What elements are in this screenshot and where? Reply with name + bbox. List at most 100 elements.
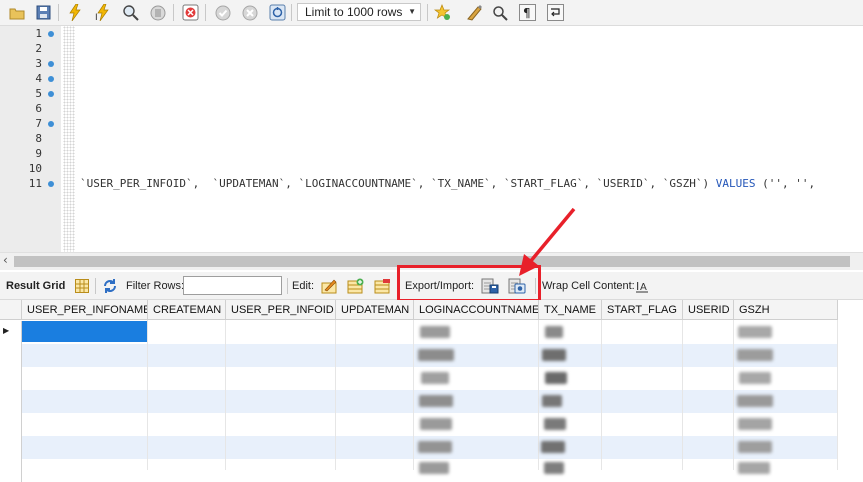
refresh-icon[interactable] <box>101 277 119 294</box>
redacted-cell <box>421 372 449 384</box>
column-header[interactable]: USERID <box>683 300 734 320</box>
column-header[interactable]: USER_PER_INFONAME <box>22 300 148 320</box>
invisible-chars-icon[interactable]: ¶ <box>517 3 537 22</box>
result-grid-icon[interactable] <box>73 277 91 294</box>
code-line-11: `USER_PER_INFOID`, `UPDATEMAN`, `LOGINAC… <box>80 177 815 190</box>
row-header[interactable] <box>0 390 22 413</box>
row-header[interactable] <box>0 344 22 367</box>
selected-cell[interactable] <box>22 321 147 342</box>
svg-text:¶: ¶ <box>523 6 531 20</box>
line-number: 7 <box>35 117 42 130</box>
line-number: 8 <box>35 132 42 145</box>
statement-marker-icon <box>48 61 54 67</box>
wrap-cell-icon[interactable]: IA <box>633 277 651 294</box>
statement-marker-icon <box>48 76 54 82</box>
redacted-cell <box>544 462 564 474</box>
svg-text:I: I <box>95 13 98 21</box>
column-header[interactable]: UPDATEMAN <box>336 300 414 320</box>
redacted-cell <box>738 441 772 453</box>
redacted-cell <box>544 418 566 430</box>
wrap-cell-content-label: Wrap Cell Content: <box>542 280 635 292</box>
redacted-cell <box>545 326 563 338</box>
execute-current-icon[interactable]: I <box>93 3 113 22</box>
filter-rows-label: Filter Rows: <box>126 280 185 292</box>
column-header[interactable]: CREATEMAN <box>148 300 226 320</box>
stop-icon[interactable] <box>148 3 168 22</box>
edit-row-icon[interactable] <box>320 277 338 294</box>
redacted-cell <box>737 349 773 361</box>
autocommit-icon[interactable] <box>267 3 287 22</box>
fold-margin <box>63 26 75 252</box>
line-number: 3 <box>35 57 42 70</box>
column-header[interactable]: USER_PER_INFOID <box>226 300 336 320</box>
redacted-cell <box>420 418 452 430</box>
statement-marker-icon <box>48 31 54 37</box>
column-header[interactable]: START_FLAG <box>602 300 683 320</box>
line-number: 10 <box>28 162 42 175</box>
line-number: 4 <box>35 72 42 85</box>
line-number: 11 <box>28 177 42 190</box>
save-icon[interactable] <box>33 3 53 22</box>
edit-label: Edit: <box>292 280 315 292</box>
wrap-icon[interactable] <box>545 3 565 22</box>
annotation-highlight-box <box>397 265 541 302</box>
row-header[interactable] <box>0 413 22 436</box>
redacted-cell <box>418 441 452 453</box>
filter-rows-input[interactable] <box>183 276 282 295</box>
row-header[interactable] <box>0 459 22 482</box>
sql-keyword: VALUES <box>715 177 756 190</box>
redacted-cell <box>545 372 567 384</box>
line-number: 2 <box>35 42 42 55</box>
redacted-cell <box>541 441 565 453</box>
limit-rows-select[interactable]: Limit to 1000 rows ▼ <box>297 3 421 21</box>
beautify-icon[interactable] <box>464 3 484 22</box>
rollback-icon[interactable] <box>240 3 260 22</box>
svg-text:A: A <box>640 282 647 293</box>
redacted-cell <box>738 326 772 338</box>
column-header[interactable]: TX_NAME <box>539 300 602 320</box>
explain-icon[interactable] <box>120 3 140 22</box>
row-header[interactable] <box>0 367 22 390</box>
line-number: 1 <box>35 27 42 40</box>
redacted-cell <box>419 395 453 407</box>
statement-marker-icon <box>48 121 54 127</box>
column-header[interactable]: GSZH <box>734 300 838 320</box>
row-header-corner <box>0 300 22 320</box>
redacted-cell <box>739 372 771 384</box>
row-header[interactable] <box>0 436 22 459</box>
redacted-cell <box>738 418 772 430</box>
column-header[interactable]: LOGINACCOUNTNAME <box>414 300 539 320</box>
svg-text:I: I <box>636 280 639 293</box>
result-grid[interactable]: USER_PER_INFONAME CREATEMAN USER_PER_INF… <box>0 300 863 482</box>
scroll-left-icon[interactable]: ‹ <box>3 253 8 267</box>
redacted-cell <box>738 462 770 474</box>
redacted-cell <box>737 395 773 407</box>
delete-row-icon[interactable] <box>373 277 391 294</box>
commit-icon[interactable] <box>213 3 233 22</box>
redacted-cell <box>420 326 450 338</box>
table-row[interactable] <box>0 367 838 390</box>
line-number: 9 <box>35 147 42 160</box>
chevron-down-icon: ▼ <box>408 7 416 16</box>
redacted-cell <box>418 349 454 361</box>
code-text: `USER_PER_INFOID`, `UPDATEMAN`, `LOGINAC… <box>80 177 716 190</box>
line-number: 6 <box>35 102 42 115</box>
redacted-cell <box>542 349 566 361</box>
statement-marker-icon <box>48 91 54 97</box>
line-number-gutter: 1 2 3 4 5 6 7 8 9 10 11 <box>0 26 61 252</box>
statement-marker-icon <box>48 181 54 187</box>
redacted-cell <box>542 395 562 407</box>
result-grid-label[interactable]: Result Grid <box>6 280 65 292</box>
current-row-indicator-icon[interactable] <box>0 321 22 344</box>
table-row[interactable] <box>0 413 838 436</box>
find-icon[interactable] <box>490 3 510 22</box>
sql-editor[interactable]: 1 2 3 4 5 6 7 8 9 10 11 `USER_PER_INFOID… <box>0 26 863 252</box>
bookmark-star-icon[interactable] <box>432 3 452 22</box>
limit-rows-value: Limit to 1000 rows <box>305 5 403 19</box>
line-number: 5 <box>35 87 42 100</box>
open-folder-icon[interactable] <box>7 3 27 22</box>
add-row-icon[interactable] <box>346 277 364 294</box>
toggle-error-icon[interactable] <box>180 3 200 22</box>
execute-icon[interactable] <box>65 3 85 22</box>
redacted-cell <box>419 462 449 474</box>
